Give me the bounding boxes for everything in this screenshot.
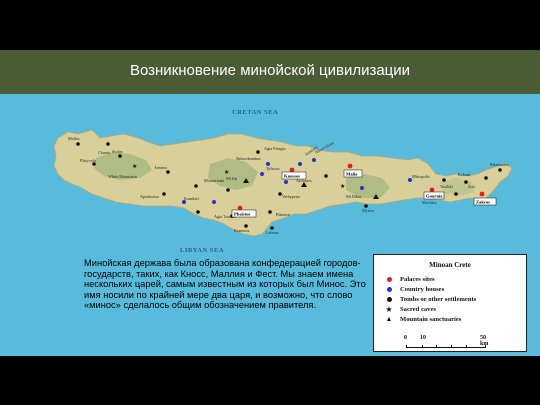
palace-malia [347,163,353,169]
settlement-1 [76,142,80,146]
red-dot-icon [386,277,392,282]
settlement-3 [118,154,122,158]
settlement-17 [454,192,458,196]
label-platanos: Platanos [276,212,291,217]
blue-dot-icon [386,287,392,292]
label-agia-pelagia: Agia Pelagia [264,146,286,151]
sacred-cave-3: ★ [132,163,137,170]
legend-title: Minoan Crete [429,261,471,269]
legend-label: Tombs or other settlements [400,296,477,303]
settlement-2 [106,142,110,146]
scale-bar: 0 10 50 km [404,335,494,349]
country-house-5 [284,180,288,184]
label-kamilari: Kamilari [184,196,200,201]
label-zakros: Zakros [476,200,490,205]
settlement-19 [484,176,488,180]
label-kommos: Kommos [234,228,250,233]
settlement-21 [256,150,260,154]
country-house-3 [312,158,316,162]
slide-caption: Минойская держава была образована конфед… [84,258,366,311]
map-legend: Minoan Crete Palaces sites Country house… [373,254,527,352]
palace-gournia [429,187,435,193]
label-zou: Zou [468,184,476,189]
label-palaikastro: Palaikastro [490,162,509,167]
label-vasiliki: Vasiliki [440,184,454,189]
sacred-cave-1: ★ [224,169,229,176]
settlement-7 [194,184,198,188]
slide-title: Возникновение минойской цивилизации [129,62,411,79]
triangle-icon: ▲ [385,316,393,323]
star-icon: ★ [385,305,393,314]
country-house-7 [212,200,216,204]
label-apodoulou: Apodoulou [140,194,160,199]
settlement-11 [268,210,272,214]
scale-line [406,344,486,348]
cretan-sea-label: CRETAN SEA [232,109,278,116]
label-kalami: Kalami [458,172,471,177]
settlement-5 [166,170,170,174]
label-mochlos: Mochlos [422,200,437,205]
palace-phaistos [237,205,243,211]
black-dot-icon [386,297,392,302]
label-tylissos: Tylissos [266,166,280,171]
label-vathypetro: Vathypetro [282,194,300,199]
libyan-sea-label: LIBYAN SEA [180,247,224,254]
title-bar: Возникновение минойской цивилизации [0,50,540,94]
slide: Возникновение минойской цивилизации CRET… [0,0,540,405]
country-house-9 [360,186,364,190]
legend-item-country-houses: Country houses [384,285,444,294]
sacred-cave-2: ★ [340,183,345,190]
label-myrtos: Myrtos [362,208,374,213]
country-house-2 [298,162,302,166]
settlement-16 [442,178,446,182]
label-phaistos: Phaistos [234,212,251,217]
label-chania: Chania [98,150,110,155]
settlement-22 [196,210,200,214]
legend-item-mountain-sanctuaries: ▲ Mountain sanctuaries [384,315,462,324]
label-malia: Malia [346,172,358,177]
settlement-20 [498,168,502,172]
label-knossos: Knossos [284,174,300,179]
legend-label: Country houses [400,286,445,293]
legend-label: Palaces sites [400,276,435,283]
legend-label: Sacred caves [400,306,436,313]
label-platyvola: Platyvola [80,158,96,163]
legend-label: Mountain sanctuaries [400,316,462,323]
palace-zakros [479,191,485,197]
label-mt-ida: Mt Ida [226,176,237,181]
label-mitropolis: Mitropolis [412,174,430,179]
label-lebena: Lebena [266,230,278,235]
label-mallos: Mallos [68,136,80,141]
legend-item-palaces: Palaces sites [384,275,435,284]
settlement-14 [324,174,328,178]
label-gournia: Gournia [426,194,443,199]
scale-ten: 10 [420,335,426,341]
bottom-band [0,356,540,405]
label-monastiraki: Monastiraki [204,178,225,183]
label-white-mountains: White Mountains [108,174,138,179]
legend-item-tombs: Tombs or other settlements [384,295,476,304]
palace-knossos [289,167,295,173]
settlement-6 [162,192,166,196]
label-stylos: Stylos [112,149,123,154]
country-house-4 [260,172,264,176]
settlement-8 [226,188,230,192]
label-armeni: Armeni [154,165,168,170]
label-mt-dikte: Mt Dikte [346,194,361,199]
legend-item-sacred-caves: ★ Sacred caves [384,305,436,314]
label-sklavokambos: Sklavokambos [236,156,261,161]
scale-zero: 0 [404,335,407,341]
